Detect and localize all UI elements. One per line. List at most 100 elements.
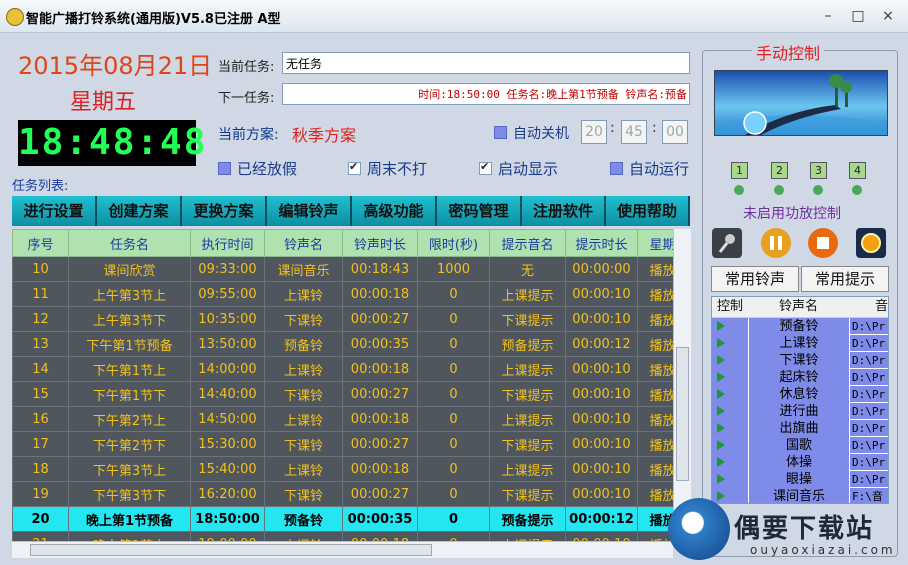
weekend-checkbox[interactable]	[348, 160, 361, 175]
change-plan-button[interactable]: 更换方案	[182, 196, 267, 226]
minimize-button[interactable]: –	[816, 6, 840, 26]
table-row[interactable]: 17 下午第2节下 15:30:00 下课铃 00:00:27 0 下课提示 00:00:10…	[12, 431, 688, 457]
help-button[interactable]: 使用帮助	[606, 196, 690, 226]
table-cell: 15	[12, 381, 69, 407]
list-item[interactable]: 进行曲 D:\Pr	[712, 403, 888, 421]
scroll-thumb[interactable]	[30, 544, 432, 556]
auto-shutdown[interactable]: 自动关机	[494, 123, 569, 143]
main-toolbar: 进行设置 创建方案 更换方案 编辑铃声 高级功能 密码管理 注册软件 使用帮助	[12, 196, 690, 226]
channel-3-button[interactable]: 3	[810, 162, 827, 179]
column-header[interactable]: 提示时长	[565, 229, 638, 257]
play-icon[interactable]	[712, 471, 748, 489]
table-cell: 上课铃	[264, 531, 343, 541]
list-item[interactable]: 下课铃 D:\Pr	[712, 352, 888, 370]
channel-1-button[interactable]: 1	[731, 162, 748, 179]
holiday-toggle[interactable]	[218, 162, 231, 175]
table-row[interactable]: 10 课间欣赏 09:33:00 课间音乐 00:18:43 1000 无 00:00:00 播…	[12, 256, 688, 282]
play-icon[interactable]	[712, 488, 748, 503]
table-row[interactable]: 20 晚上第1节预备 18:50:00 预备铃 00:00:35 0 预备提示 00:00:1…	[12, 506, 688, 532]
bell-name: 起床铃	[748, 369, 849, 387]
stop-icon[interactable]	[808, 228, 838, 258]
play-triangle-icon	[717, 389, 725, 399]
column-header[interactable]: 序号	[12, 229, 69, 257]
pause-icon[interactable]	[761, 228, 791, 258]
channel-4-button[interactable]: 4	[849, 162, 866, 179]
play-icon[interactable]	[712, 454, 748, 472]
scroll-thumb[interactable]	[676, 347, 689, 481]
channel-2-button[interactable]: 2	[771, 162, 788, 179]
column-header[interactable]: 任务名	[68, 229, 191, 257]
table-row[interactable]: 13 下午第1节预备 13:50:00 预备铃 00:00:35 0 预备提示 00:00:1…	[12, 331, 688, 357]
auto-run-toggle[interactable]	[610, 162, 623, 175]
table-cell: 预备提示	[489, 506, 566, 532]
play-icon[interactable]	[712, 318, 748, 336]
list-item[interactable]: 起床铃 D:\Pr	[712, 369, 888, 387]
table-cell: 0	[417, 456, 490, 482]
weekend-option[interactable]: 周末不打	[348, 158, 427, 179]
table-vertical-scrollbar[interactable]	[673, 229, 691, 541]
table-row[interactable]: 14 下午第1节上 14:00:00 上课铃 00:00:18 0 上课提示 00:00:10…	[12, 356, 688, 382]
play-icon[interactable]	[712, 335, 748, 353]
column-header[interactable]: 提示音名	[489, 229, 566, 257]
list-item[interactable]: 上课铃 D:\Pr	[712, 335, 888, 353]
column-header[interactable]: 限时(秒)	[417, 229, 490, 257]
table-cell: 00:00:00	[565, 256, 638, 282]
shutdown-hour-field[interactable]: 20	[581, 120, 607, 144]
table-row[interactable]: 12 上午第3节下 10:35:00 下课铃 00:00:27 0 下课提示 00:00:10…	[12, 306, 688, 332]
edit-bells-button[interactable]: 编辑铃声	[267, 196, 352, 226]
play-icon[interactable]	[712, 420, 748, 438]
table-cell: 00:00:10	[565, 531, 638, 541]
play-icon[interactable]	[712, 352, 748, 370]
table-row[interactable]: 15 下午第1节下 14:40:00 下课铃 00:00:27 0 下课提示 00:00:10…	[12, 381, 688, 407]
maximize-button[interactable]: □	[846, 6, 870, 26]
auto-run-option[interactable]: 自动运行	[610, 158, 689, 179]
play-icon[interactable]	[712, 386, 748, 404]
list-item[interactable]: 出旗曲 D:\Pr	[712, 420, 888, 438]
table-cell: 19	[12, 481, 69, 507]
register-button[interactable]: 注册软件	[522, 196, 606, 226]
settings-button[interactable]: 进行设置	[12, 196, 97, 226]
plan-value[interactable]: 秋季方案	[292, 122, 356, 146]
table-horizontal-scrollbar[interactable]	[12, 541, 673, 558]
list-item[interactable]: 眼操 D:\Pr	[712, 471, 888, 489]
table-header-row: 序号 任务名 执行时间 铃声名 铃声时长 限时(秒) 提示音名 提示时长 星期	[12, 229, 688, 257]
advanced-button[interactable]: 高级功能	[352, 196, 437, 226]
list-item[interactable]: 预备铃 D:\Pr	[712, 318, 888, 336]
bell-name: 出旗曲	[748, 420, 849, 438]
startup-show-checkbox[interactable]	[479, 160, 492, 175]
close-button[interactable]: ×	[876, 6, 900, 26]
table-cell: 下课铃	[264, 306, 343, 332]
list-item[interactable]: 体操 D:\Pr	[712, 454, 888, 472]
common-bells-button[interactable]: 常用铃声	[711, 266, 799, 292]
shutdown-minute-field[interactable]: 45	[621, 120, 647, 144]
table-cell: 下课铃	[264, 431, 343, 457]
table-cell: 课间音乐	[264, 256, 343, 282]
startup-show-option[interactable]: 启动显示	[479, 158, 558, 179]
create-plan-button[interactable]: 创建方案	[97, 196, 182, 226]
microphone-icon[interactable]	[712, 228, 742, 258]
watermark-url: ouyaoxiazai.com	[750, 543, 896, 557]
common-prompts-button[interactable]: 常用提示	[801, 266, 889, 292]
play-icon[interactable]	[712, 369, 748, 387]
auto-shutdown-toggle[interactable]	[494, 126, 507, 139]
play-icon[interactable]	[712, 403, 748, 421]
table-row[interactable]: 18 下午第3节上 15:40:00 上课铃 00:00:18 0 上课提示 00:00:10…	[12, 456, 688, 482]
table-row[interactable]: 21晚上第1节上19:00:00上课铃00:00:180上课提示00:00:10…	[12, 531, 688, 541]
play-icon[interactable]	[712, 437, 748, 455]
power-icon[interactable]	[856, 228, 886, 258]
holiday-label: 已经放假	[237, 160, 298, 178]
table-cell: 00:00:27	[342, 431, 418, 457]
list-item[interactable]: 国歌 D:\Pr	[712, 437, 888, 455]
column-header[interactable]: 执行时间	[190, 229, 265, 257]
holiday-option[interactable]: 已经放假	[218, 158, 297, 179]
bell-path: D:\Pr	[849, 454, 888, 471]
column-header[interactable]: 铃声时长	[342, 229, 418, 257]
list-item[interactable]: 休息铃 D:\Pr	[712, 386, 888, 404]
shutdown-second-field[interactable]: 00	[662, 120, 688, 144]
column-header[interactable]: 铃声名	[264, 229, 343, 257]
list-item[interactable]: 课间音乐 F:\音	[712, 488, 888, 503]
table-row[interactable]: 16 下午第2节上 14:50:00 上课铃 00:00:18 0 上课提示 00:00:10…	[12, 406, 688, 432]
table-row[interactable]: 11 上午第3节上 09:55:00 上课铃 00:00:18 0 上课提示 00:00:10…	[12, 281, 688, 307]
password-button[interactable]: 密码管理	[437, 196, 522, 226]
table-row[interactable]: 19 下午第3节下 16:20:00 下课铃 00:00:27 0 下课提示 00:00:10…	[12, 481, 688, 507]
